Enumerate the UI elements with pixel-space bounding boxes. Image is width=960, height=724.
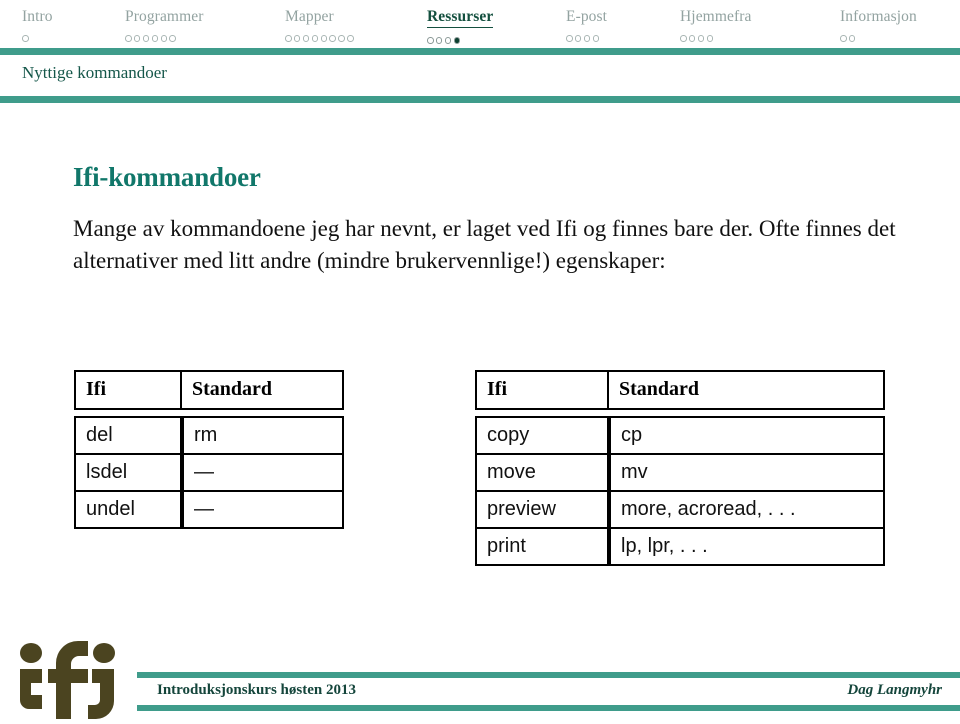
nav-item-intro[interactable]: Intro [22, 7, 53, 42]
standard-command-cell: — [182, 453, 344, 490]
table-row: preview more, acroread, . . . [475, 490, 885, 527]
table-row: print lp, lpr, . . . [475, 527, 885, 566]
standard-command-cell: rm [182, 416, 344, 453]
ifi-command-cell: print [475, 527, 609, 566]
table-row: lsdel — [74, 453, 344, 490]
footer-course-label: Introduksjonskurs høsten 2013 [157, 682, 356, 698]
nav-item-label: Intro [22, 8, 53, 25]
standard-command-cell: — [182, 490, 344, 529]
nav-item-label: Mapper [285, 8, 334, 25]
nav-dot[interactable] [592, 35, 600, 42]
nav-item-progress-dots [22, 29, 53, 42]
nav-dot[interactable] [285, 35, 292, 42]
nav-item-informasjon[interactable]: Informasjon [840, 7, 917, 42]
nav-dot[interactable] [320, 35, 328, 42]
standard-command-cell: cp [609, 416, 885, 453]
nav-item-label: Programmer [125, 8, 204, 25]
nav-item-label: Ressurser [427, 7, 494, 28]
navigation-row: Intro Programmer Mapper Ressurser E-post Hjem… [0, 7, 960, 48]
nav-dot[interactable] [160, 35, 168, 42]
table-header-row: Ifi Standard [475, 370, 885, 410]
standard-command-cell: mv [609, 453, 885, 490]
nav-item-label: E-post [566, 8, 608, 25]
table-header-row: Ifi Standard [74, 370, 344, 410]
standard-command-cell: more, acroread, . . . [609, 490, 885, 527]
nav-dot[interactable] [22, 35, 29, 42]
nav-dot[interactable] [583, 35, 591, 42]
section-subtitle: Nyttige kommandoer [22, 63, 167, 82]
nav-item-progress-dots [840, 29, 917, 42]
ifi-command-cell: move [475, 453, 609, 490]
nav-dot[interactable] [435, 37, 443, 44]
nav-dot[interactable] [688, 35, 696, 42]
table-column-header: Standard [609, 370, 885, 410]
nav-item-progress-dots [566, 29, 607, 42]
footer-rule-bottom [137, 705, 960, 711]
ifi-command-cell: copy [475, 416, 609, 453]
section-subtitle-bar: Nyttige kommandoer [0, 55, 960, 96]
nav-dot[interactable] [302, 35, 310, 42]
ifi-command-cell: del [74, 416, 182, 453]
nav-dot[interactable] [574, 35, 582, 42]
nav-item-label: Hjemmefra [680, 8, 752, 25]
nav-item-progress-dots [427, 31, 493, 44]
nav-dot[interactable] [311, 35, 319, 42]
nav-dot[interactable] [706, 35, 714, 42]
nav-dot[interactable] [840, 35, 847, 42]
table-column-header: Ifi [475, 370, 609, 410]
table-row: del rm [74, 416, 344, 453]
nav-dot[interactable] [169, 35, 176, 42]
slide-body-text: Mange av kommandoene jeg har nevnt, er l… [73, 216, 896, 273]
ifi-command-cell: undel [74, 490, 182, 529]
table-column-header: Ifi [74, 370, 182, 410]
header-rule-top [0, 48, 960, 55]
nav-dot-current[interactable] [453, 37, 461, 44]
nav-dot[interactable] [566, 35, 573, 42]
top-navigation: Intro Programmer Mapper Ressurser E-post Hjem… [0, 0, 960, 48]
nav-item-programmer[interactable]: Programmer [125, 7, 204, 42]
nav-dot[interactable] [444, 37, 452, 44]
table-row: undel — [74, 490, 344, 529]
nav-item-ressurser[interactable]: Ressurser [427, 7, 494, 44]
commands-table-right: Ifi Standard copy cp move mv preview more, acro… [475, 370, 885, 566]
slide-footer: Introduksjonskurs høsten 2013 Dag Langmy… [0, 665, 960, 719]
nav-dot[interactable] [697, 35, 705, 42]
nav-dot[interactable] [329, 35, 336, 42]
nav-dot[interactable] [142, 35, 150, 42]
ifi-command-cell: preview [475, 490, 609, 527]
commands-table-left: Ifi Standard del rm lsdel — undel — [74, 370, 344, 529]
nav-dot[interactable] [133, 35, 141, 42]
nav-dot[interactable] [293, 35, 301, 42]
nav-item-progress-dots [285, 29, 356, 42]
header-rule-bottom [0, 96, 960, 103]
nav-item-progress-dots [125, 29, 203, 42]
nav-item-hjemmefra[interactable]: Hjemmefra [680, 7, 752, 42]
table-column-header: Standard [182, 370, 344, 410]
nav-item-progress-dots [680, 29, 751, 42]
nav-dot[interactable] [848, 35, 856, 42]
slide-title: Ifi-kommandoer [73, 162, 261, 192]
nav-dot[interactable] [680, 35, 687, 42]
nav-item-mapper[interactable]: Mapper [285, 7, 356, 42]
nav-dot[interactable] [427, 37, 434, 44]
table-row: move mv [475, 453, 885, 490]
nav-item-e-post[interactable]: E-post [566, 7, 608, 42]
nav-dot[interactable] [125, 35, 132, 42]
nav-dot[interactable] [338, 35, 345, 42]
footer-author-label: Dag Langmyhr [847, 682, 942, 698]
standard-command-cell: lp, lpr, . . . [609, 527, 885, 566]
table-row: copy cp [475, 416, 885, 453]
nav-item-label: Informasjon [840, 8, 917, 25]
nav-dot[interactable] [151, 35, 159, 42]
ifi-command-cell: lsdel [74, 453, 182, 490]
nav-dot[interactable] [347, 35, 354, 42]
